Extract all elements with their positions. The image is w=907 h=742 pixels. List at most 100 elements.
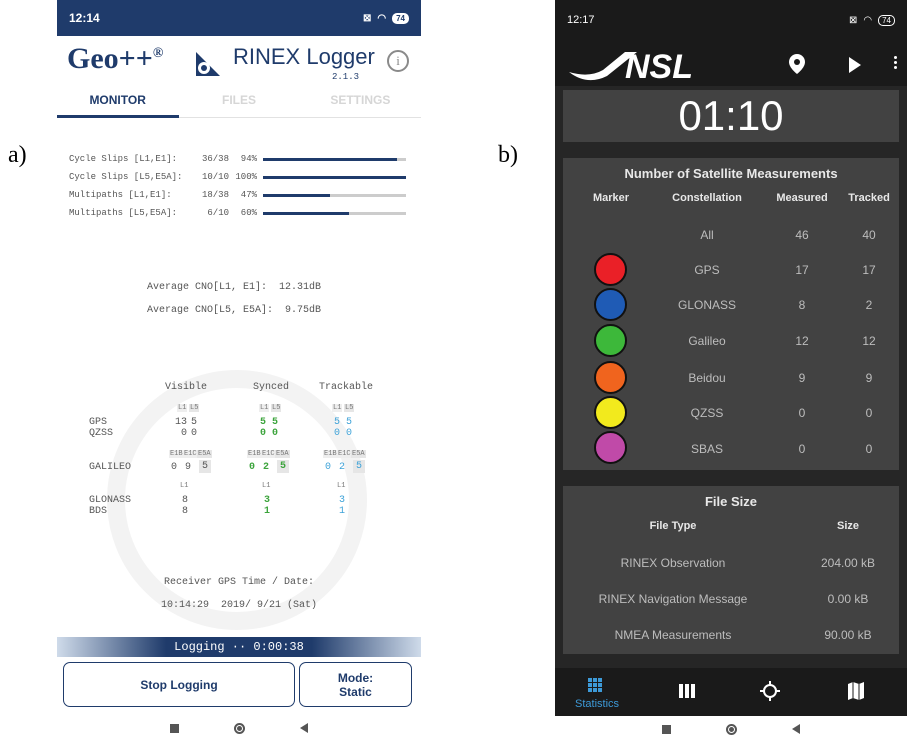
clock: 12:14 <box>69 11 100 25</box>
average-cno-l5: Average CNO[L5, E5A]: 9.75dB <box>147 305 397 316</box>
sub-e5a: E5A <box>275 450 290 458</box>
file-size: 204.00 kB <box>820 556 876 570</box>
tab-files[interactable]: FILES <box>178 88 299 117</box>
system-nav-bar <box>555 716 907 742</box>
measured-count: 46 <box>795 228 809 242</box>
row-label: Multipaths [L5,E5A]: <box>69 208 178 218</box>
galileo-trackable-e5a: 5 <box>353 460 366 473</box>
col-trackable: Trackable <box>319 382 374 393</box>
crosshair-icon[interactable] <box>760 681 780 701</box>
glonass-visible: 8 <box>182 495 189 506</box>
receiver-time-value: 10:14:29 2019/ 9/21 (Sat) <box>57 600 421 611</box>
grid-icon[interactable] <box>588 678 602 692</box>
galileo-synced-e1b: 0 <box>249 462 256 473</box>
galileo-visible-e1c: 9 <box>185 462 192 473</box>
col-marker: Marker <box>592 192 630 204</box>
constellation-name: GPS <box>694 263 720 277</box>
recents-icon[interactable] <box>662 724 671 734</box>
receiver-date: 2019/ 9/21 (Sat) <box>221 600 318 611</box>
galileo-visible-e5a: 5 <box>199 460 212 473</box>
row-percent: 94% <box>240 154 257 164</box>
satellite-dish-icon <box>196 52 220 76</box>
sim-icon: ⊠ <box>362 12 372 24</box>
tab-settings[interactable]: SETTINGS <box>300 88 421 117</box>
qzss-synced-l1: 0 <box>260 428 267 439</box>
wifi-icon: ◠ <box>377 12 387 24</box>
info-button[interactable]: i <box>387 50 409 72</box>
location-pin-icon[interactable] <box>789 54 805 74</box>
avg-label: Average CNO[L1, E1]: <box>147 282 268 293</box>
file-type: RINEX Navigation Message <box>598 592 748 606</box>
constellation-name: Galileo <box>688 334 726 348</box>
play-icon[interactable] <box>849 57 861 73</box>
glonass-marker <box>594 288 627 321</box>
brand-name: Geo++ <box>67 42 153 75</box>
constellation-name: GLONASS <box>677 298 737 312</box>
tab-bar: MONITOR FILES SETTINGS <box>57 88 421 118</box>
home-icon[interactable] <box>234 722 245 734</box>
home-icon[interactable] <box>726 723 737 735</box>
tracked-count: 17 <box>862 263 876 277</box>
satellite-measurements-card: Number of Satellite Measurements Marker … <box>563 158 899 470</box>
glonass-trackable: 3 <box>339 495 346 506</box>
col-file-type: File Type <box>649 520 697 532</box>
logging-separator: ·· <box>231 640 247 654</box>
bars-icon[interactable] <box>679 684 695 698</box>
sub-l1: L1 <box>180 482 189 490</box>
constellation-name: QZSS <box>690 406 724 420</box>
stop-logging-button[interactable]: Stop Logging <box>63 662 295 707</box>
avg-value: 9.75dB <box>285 305 322 316</box>
sub-l1: L1 <box>332 404 343 412</box>
battery-icon: 74 <box>878 14 895 26</box>
phone-a-screen: 12:14 ⊠ ◠ 74 Geo++® RINEX Logger 2.1.3 i… <box>57 0 421 742</box>
measured-count: 8 <box>798 298 806 312</box>
clock: 12:17 <box>567 14 595 26</box>
constellation-name: All <box>700 228 714 242</box>
sbas-marker <box>594 431 627 464</box>
sub-l1: L1 <box>177 404 188 412</box>
row-percent: 100% <box>235 172 257 182</box>
row-label: Cycle Slips [L5,E5A]: <box>69 172 183 182</box>
sub-e1c: E1C <box>337 450 352 458</box>
mode-button[interactable]: Mode: Static <box>299 662 412 707</box>
progress-fill <box>263 211 349 215</box>
receiver-time-label: Receiver GPS Time / Date: <box>163 577 315 588</box>
file-size-card: File Size File Type Size RINEX Observati… <box>563 486 899 654</box>
status-bar: 12:14 ⊠ ◠ 74 <box>57 0 421 36</box>
brand-logo: Geo++® <box>67 42 163 76</box>
mode-label: Mode: <box>337 670 374 685</box>
cycle-slip-row: Cycle Slips [L5,E5A]: 10/10 100% <box>69 170 409 184</box>
more-options-icon[interactable] <box>894 56 897 71</box>
sub-e1b: E1B <box>169 450 184 458</box>
row-percent: 47% <box>240 190 257 200</box>
back-icon[interactable] <box>792 724 800 734</box>
row-label: Multipaths [L1,E1]: <box>69 190 172 200</box>
sub-e1b: E1B <box>247 450 262 458</box>
progress-bar <box>263 157 406 161</box>
bds-trackable: 1 <box>339 506 346 517</box>
sub-l5: L5 <box>271 404 282 412</box>
sub-l1: L1 <box>262 482 271 490</box>
galileo-trackable-e1b: 0 <box>325 462 332 473</box>
tracked-count: 0 <box>865 406 873 420</box>
back-icon[interactable] <box>300 723 308 733</box>
gps-visible-l1: 13 <box>175 417 188 428</box>
gps-trackable-l1: 5 <box>334 417 341 428</box>
galileo-trackable-e1c: 2 <box>339 462 346 473</box>
wifi-icon: ◠ <box>863 14 873 26</box>
avg-value: 12.31dB <box>279 282 322 293</box>
constellation-name: SBAS <box>690 442 723 456</box>
tab-monitor[interactable]: MONITOR <box>57 88 178 117</box>
app-toolbar: NSL <box>555 40 907 86</box>
panel-label-b: b) <box>498 142 518 168</box>
avg-label: Average CNO[L5, E5A]: <box>147 305 274 316</box>
col-synced: Synced <box>253 382 290 393</box>
progress-bar <box>263 211 406 215</box>
nav-statistics-label[interactable]: Statistics <box>575 698 619 710</box>
sim-icon: ⊠ <box>848 14 858 26</box>
recents-icon[interactable] <box>170 723 179 733</box>
map-icon[interactable] <box>848 682 864 700</box>
glonass-synced: 3 <box>264 495 271 506</box>
progress-fill <box>263 157 398 161</box>
file-size: 0.00 kB <box>827 592 869 606</box>
